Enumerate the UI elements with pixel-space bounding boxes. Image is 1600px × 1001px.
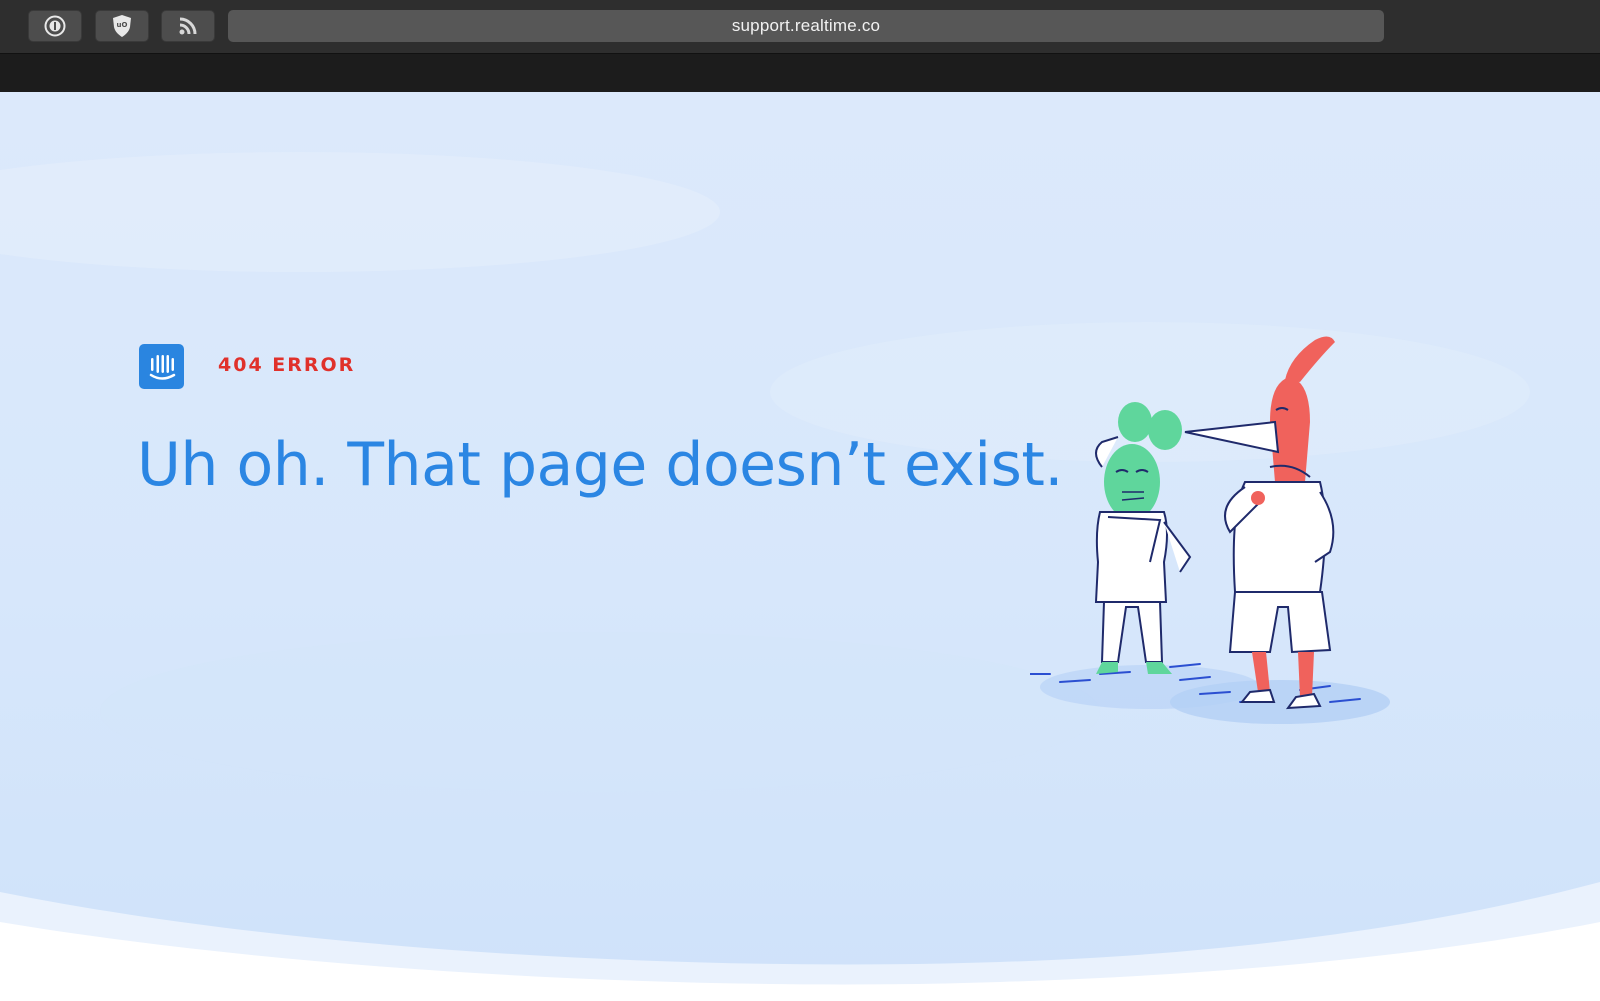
password-manager-icon [44, 15, 66, 37]
error-code-label: 404 ERROR [218, 354, 356, 376]
password-manager-button[interactable] [28, 10, 82, 42]
intercom-logo[interactable] [139, 344, 184, 389]
mouse-character [1094, 402, 1192, 674]
ublock-button[interactable]: uO [95, 10, 149, 42]
tab-strip [0, 54, 1600, 92]
svg-text:uO: uO [117, 21, 128, 29]
ublock-shield-icon: uO [113, 15, 131, 37]
rss-feed-icon [179, 17, 197, 35]
browser-toolbar: uO support.realtime.co [0, 0, 1600, 54]
intercom-logo-icon [149, 354, 175, 380]
characters-illustration [1030, 336, 1390, 724]
url-text: support.realtime.co [731, 16, 881, 35]
address-bar[interactable]: support.realtime.co [228, 10, 1384, 42]
rss-feed-button[interactable] [161, 10, 215, 42]
bird-character [1184, 336, 1335, 710]
page-title: Uh oh. That page doesn’t exist. [137, 430, 1063, 500]
error-page: 404 ERROR Uh oh. That page doesn’t exist… [0, 92, 1600, 1001]
